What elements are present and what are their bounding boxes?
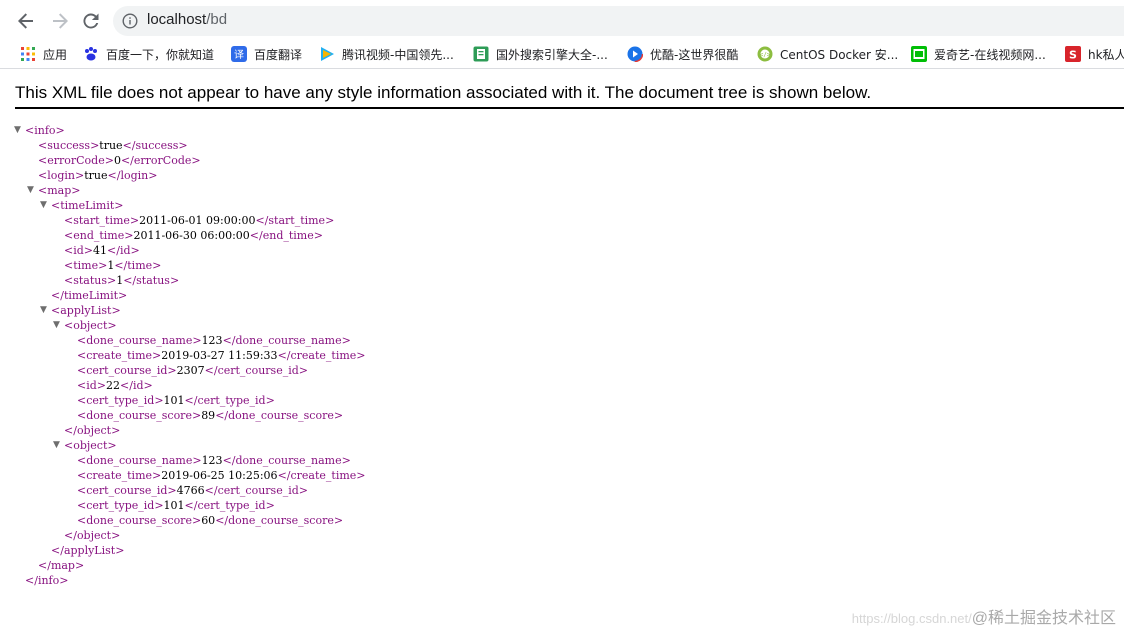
xml-id: <id>41</id> <box>64 244 140 257</box>
back-button[interactable] <box>14 9 38 33</box>
watermark: https://blog.csdn.net/@稀土掘金技术社区 <box>851 610 1116 627</box>
bookmarks-bar: 应用 百度一下，你就知道 译 百度翻译 腾讯视频-中国领先... 国外搜索引擎大… <box>0 40 1124 69</box>
xml-open-timelimit: ▼ <timeLimit> <box>40 198 124 213</box>
svg-text:</>: </> <box>760 52 771 59</box>
svg-text:译: 译 <box>234 49 244 61</box>
youku-icon <box>627 46 643 62</box>
docker-icon: </> <box>757 46 773 62</box>
reload-button[interactable] <box>79 9 103 33</box>
collapse-arrow-icon[interactable]: ▼ <box>40 198 50 213</box>
xml-close-timelimit: </timeLimit> <box>51 289 128 302</box>
browser-toolbar: localhost/bd <box>0 0 1124 42</box>
bookmark-baidu-translate[interactable]: 译 百度翻译 <box>231 45 302 63</box>
xml-success: <success>true</success> <box>38 139 188 152</box>
xml-field: <id>22</id> <box>77 379 153 392</box>
bookmark-centos-docker[interactable]: </> CentOS Docker 安... <box>757 45 898 63</box>
info-icon[interactable] <box>122 13 138 29</box>
tencent-video-icon <box>321 47 334 61</box>
url-text[interactable]: localhost/bd <box>147 11 227 28</box>
xml-field: <create_time>2019-03-27 11:59:33</create… <box>77 349 366 362</box>
xml-tree: ▼ <info> <success>true</success> <errorCo… <box>14 123 366 588</box>
xml-close-object: </object> <box>64 529 121 542</box>
back-arrow-icon <box>18 13 33 29</box>
xml-field: <create_time>2019-06-25 10:25:06</create… <box>77 469 366 482</box>
xml-field: <cert_type_id>101</cert_type_id> <box>77 499 275 512</box>
xml-errorcode: <errorCode>0</errorCode> <box>38 154 201 167</box>
xml-field: <cert_course_id>2307</cert_course_id> <box>77 364 308 377</box>
bookmark-apps[interactable]: 应用 <box>20 45 67 63</box>
bookmark-hk[interactable]: S hk私人 <box>1065 45 1124 63</box>
bookmark-tencent-video[interactable]: 腾讯视频-中国领先... <box>319 45 454 63</box>
forward-arrow-icon <box>53 13 68 29</box>
address-bar[interactable]: localhost/bd <box>113 6 1124 36</box>
xml-style-notice: This XML file does not appear to have an… <box>15 83 1124 109</box>
bookmark-search-engines[interactable]: 国外搜索引擎大全-... <box>473 45 608 63</box>
xml-time: <time>1</time> <box>64 259 162 272</box>
bookmark-baidu[interactable]: 百度一下，你就知道 <box>83 45 214 63</box>
svg-text:S: S <box>1069 49 1077 62</box>
xml-open-object: ▼ <object> <box>53 438 117 453</box>
search-engine-icon <box>473 46 489 62</box>
baidu-paw-icon <box>85 47 97 61</box>
xml-field: <cert_course_id>4766</cert_course_id> <box>77 484 308 497</box>
xml-close-object: </object> <box>64 424 121 437</box>
xml-close-map: </map> <box>38 559 85 572</box>
collapse-arrow-icon[interactable]: ▼ <box>53 318 63 333</box>
xml-open-object: ▼ <object> <box>53 318 117 333</box>
apps-grid-icon <box>21 47 35 61</box>
collapse-arrow-icon[interactable]: ▼ <box>14 123 24 138</box>
collapse-arrow-icon[interactable]: ▼ <box>27 183 37 198</box>
baidu-translate-icon: 译 <box>231 46 247 62</box>
xml-end-time: <end_time>2011-06-30 06:00:00</end_time> <box>64 229 323 242</box>
forward-button[interactable] <box>48 9 72 33</box>
xml-login: <login>true</login> <box>38 169 158 182</box>
xml-field: <cert_type_id>101</cert_type_id> <box>77 394 275 407</box>
xml-status: <status>1</status> <box>64 274 180 287</box>
xml-field: <done_course_name>123</done_course_name> <box>77 334 351 347</box>
xml-close-info: </info> <box>25 574 69 587</box>
xml-field: <done_course_name>123</done_course_name> <box>77 454 351 467</box>
xml-open-applylist: ▼ <applyList> <box>40 303 121 318</box>
collapse-arrow-icon[interactable]: ▼ <box>53 438 63 453</box>
bookmark-youku[interactable]: 优酷-这世界很酷 <box>627 45 738 63</box>
collapse-arrow-icon[interactable]: ▼ <box>40 303 50 318</box>
xml-open-map: ▼ <map> <box>27 183 81 198</box>
xml-field: <done_course_score>89</done_course_score… <box>77 409 344 422</box>
hk-icon: S <box>1065 46 1081 62</box>
xml-field: <done_course_score>60</done_course_score… <box>77 514 344 527</box>
reload-icon <box>83 13 99 29</box>
xml-open-info: ▼ <info> <box>14 123 65 138</box>
iqiyi-icon <box>911 46 927 62</box>
bookmark-iqiyi[interactable]: 爱奇艺-在线视频网... <box>911 45 1046 63</box>
xml-close-applylist: </applyList> <box>51 544 125 557</box>
xml-start-time: <start_time>2011-06-01 09:00:00</start_t… <box>64 214 335 227</box>
